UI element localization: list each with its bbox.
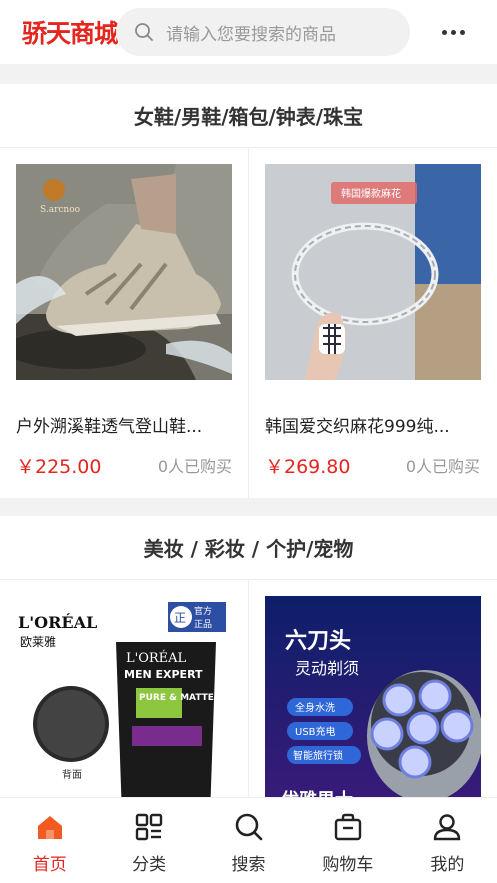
product-image[interactable]: 韩国爆款麻花 [265, 164, 481, 380]
silver-bangle-image: 韩国爆款麻花 [265, 164, 481, 380]
product-sold-count: 0人已购买 [405, 457, 480, 476]
product-card[interactable]: 韩国爆款麻花 韩国爱交织麻花999纯... ￥269.80 0人已购买 [248, 148, 496, 498]
loreal-cleanser-image: L'ORÉAL 欧莱雅 正 官方 正品 背面 L'ORÉAL MEN EXPER… [16, 596, 232, 816]
search-icon [235, 813, 262, 841]
product-image[interactable]: 六刀头 灵动剃须 全身水洗 USB充电 智能旅行锁 优雅男士 [265, 596, 481, 816]
section-title: 女鞋/男鞋/箱包/钟表/珠宝 [0, 84, 497, 148]
back-label: 背面 [62, 768, 82, 781]
nav-item-cart[interactable]: 购物车 [298, 798, 397, 883]
nav-label: 购物车 [322, 855, 374, 875]
brand-name: L'ORÉAL [18, 612, 97, 632]
nav-item-search[interactable]: 搜索 [199, 798, 298, 883]
brand-name-cn: 欧莱雅 [20, 634, 56, 649]
nav-label: 分类 [132, 855, 167, 875]
category-grid-icon [135, 813, 163, 841]
nav-item-profile[interactable]: 我的 [398, 798, 497, 883]
user-icon [434, 814, 461, 841]
nav-label: 搜索 [231, 855, 266, 875]
shaver-subheadline: 灵动剃须 [295, 659, 359, 678]
section-beauty: 美妆 / 彩妆 / 个护/宠物 L'ORÉAL 欧莱雅 正 官方 正品 背面 L… [0, 516, 497, 816]
shaver-headline: 六刀头 [285, 629, 351, 654]
feature-2: USB充电 [295, 725, 336, 738]
search-placeholder: 请输入您要搜索的商品 [166, 24, 336, 45]
search-icon [135, 23, 153, 41]
product-name[interactable]: 户外溯溪鞋透气登山鞋... [16, 412, 234, 437]
shopping-bag-icon [334, 813, 362, 841]
feature-3: 智能旅行锁 [293, 749, 343, 762]
brand-watermark: S.arcnoo [40, 205, 80, 215]
official-badge-char: 正 [174, 611, 186, 625]
app-screen: 骄天商城 请输入您要搜索的商品 女鞋/男鞋/箱包/钟表/珠宝 S.arcnoo … [0, 0, 497, 883]
shaver-image: 六刀头 灵动剃须 全身水洗 USB充电 智能旅行锁 优雅男士 [265, 596, 481, 816]
section-title: 美妆 / 彩妆 / 个护/宠物 [0, 516, 497, 580]
nav-item-home[interactable]: 首页 [0, 798, 99, 883]
product-image[interactable]: L'ORÉAL 欧莱雅 正 官方 正品 背面 L'ORÉAL MEN EXPER… [16, 596, 232, 816]
product-card[interactable]: S.arcnoo 户外溯溪鞋透气登山鞋... ￥225.00 0人已购买 [0, 148, 248, 498]
bottom-nav: 首页 分类 搜索 购物车 我的 [0, 797, 497, 883]
product-card[interactable]: L'ORÉAL 欧莱雅 正 官方 正品 背面 L'ORÉAL MEN EXPER… [0, 580, 248, 816]
image-badge: 韩国爆款麻花 [341, 187, 401, 200]
tube-brand: L'ORÉAL [126, 650, 187, 666]
product-card[interactable]: 六刀头 灵动剃须 全身水洗 USB充电 智能旅行锁 优雅男士 [248, 580, 496, 816]
more-dots-icon[interactable] [410, 0, 497, 64]
home-icon [37, 816, 62, 839]
nav-item-category[interactable]: 分类 [99, 798, 198, 883]
product-name[interactable]: 韩国爱交织麻花999纯... [265, 412, 483, 437]
tube-variant: PURE & MATTE [139, 693, 214, 703]
nav-label: 我的 [430, 855, 465, 875]
product-price: ￥225.00 [16, 456, 102, 478]
official-badge-line1: 官方 [194, 605, 212, 617]
product-sold-count: 0人已购买 [157, 457, 232, 476]
hiking-shoe-image: S.arcnoo [16, 164, 232, 380]
official-badge-line2: 正品 [194, 619, 212, 630]
section-fashion: 女鞋/男鞋/箱包/钟表/珠宝 S.arcnoo 户外溯溪鞋透气登山鞋... ￥2… [0, 84, 497, 498]
product-image[interactable]: S.arcnoo [16, 164, 232, 380]
product-price: ￥269.80 [265, 456, 351, 478]
tube-line: MEN EXPERT [124, 668, 203, 681]
shop-logo[interactable]: 骄天商城 [0, 14, 119, 50]
search-bar[interactable]: 请输入您要搜索的商品 [116, 8, 410, 56]
top-header: 骄天商城 请输入您要搜索的商品 [0, 0, 497, 64]
nav-label: 首页 [32, 855, 67, 875]
feature-1: 全身水洗 [295, 701, 335, 714]
